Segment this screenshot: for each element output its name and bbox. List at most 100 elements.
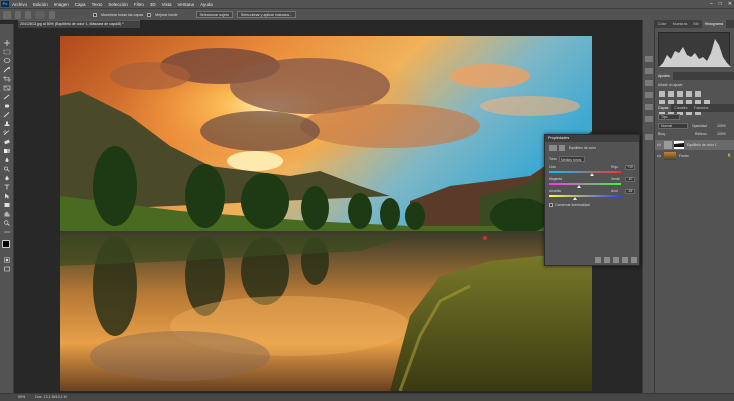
gradient-tool-icon[interactable] [3,148,11,154]
menu-item-help[interactable]: Ayuda [200,2,213,7]
tab-paths[interactable]: Trazados [691,104,712,112]
yellow-blue-value[interactable]: -18 [625,189,635,194]
blur-tool-icon[interactable] [3,157,11,163]
clip-to-layer-icon[interactable] [595,257,601,263]
layer-row[interactable]: Equilibrio de color 1 [655,140,734,150]
foreground-color-swatch[interactable] [2,240,10,248]
eraser-tool-icon[interactable] [3,139,11,145]
maximize-button[interactable]: □ [719,1,722,7]
photoshop-logo: Ps [1,1,9,7]
visibility-icon[interactable] [622,257,628,263]
layer-mask-thumbnail[interactable] [674,141,684,149]
menu-item-select[interactable]: Selección [108,2,128,7]
properties-panel-icon[interactable] [645,134,653,140]
move-tool-icon[interactable] [3,40,11,46]
marquee-tool-icon[interactable] [3,49,11,55]
zoom-level[interactable]: 50% [18,394,25,401]
opacity-value[interactable]: 100% [717,124,726,128]
magenta-green-slider-knob[interactable] [577,185,582,188]
add-selection-icon[interactable] [15,10,21,19]
menu-item-file[interactable]: Archivo [12,2,27,7]
magenta-green-slider[interactable] [549,183,621,185]
crop-tool-icon[interactable] [3,76,11,82]
reset-icon[interactable] [613,257,619,263]
cyan-red-slider[interactable] [549,171,621,173]
blend-mode-select[interactable]: Normal [658,123,688,129]
minimize-button[interactable]: – [710,1,713,7]
layer-name[interactable]: Fondo [679,154,689,158]
properties-panel-title[interactable]: Propiedades [545,135,639,142]
sample-all-layers-checkbox[interactable] [93,12,97,17]
subtract-selection-icon[interactable] [25,10,31,19]
view-previous-icon[interactable] [604,257,610,263]
paragraph-panel-icon[interactable] [645,92,653,98]
zoom-tool-icon[interactable] [3,220,11,226]
tab-color[interactable]: Color [655,20,670,28]
screen-mode-icon[interactable] [3,266,11,272]
eye-icon[interactable] [657,154,661,158]
trash-icon[interactable] [631,257,637,263]
mask-icon[interactable] [559,145,565,151]
actions-panel-icon[interactable] [645,68,653,74]
glyphs-panel-icon[interactable] [645,116,653,122]
brush-size-icon[interactable] [35,10,45,19]
quick-selection-tool-icon[interactable] [3,67,11,73]
brush-tool-icon[interactable] [3,112,11,118]
adjustments-title[interactable]: Ajustes [655,72,673,80]
brush-settings-icon[interactable] [645,80,653,86]
tone-label: Tono: [549,157,558,161]
history-panel-icon[interactable] [645,56,653,62]
tab-channels[interactable]: Canales [671,104,690,112]
layer-row[interactable]: Fondo 🔒 [655,151,734,161]
magenta-green-value[interactable]: -10 [625,177,635,182]
magenta-label: Magenta [549,177,563,181]
tab-histogram[interactable]: Histograma [701,20,726,28]
menu-item-image[interactable]: Imagen [54,2,69,7]
fill-value[interactable]: 100% [717,132,726,136]
cyan-red-slider-knob[interactable] [590,173,595,176]
document-canvas-image[interactable] [60,36,592,391]
menu-item-3d[interactable]: 3D [150,2,156,7]
tone-select[interactable]: Medios tonos [559,156,585,162]
enhance-edge-checkbox[interactable] [147,12,152,17]
type-tool-icon[interactable] [3,184,11,190]
tab-layers[interactable]: Capas [655,104,672,112]
preserve-luminosity-checkbox[interactable] [549,203,553,207]
eyedropper-tool-icon[interactable] [3,94,11,100]
tab-swatches[interactable]: Muestras [670,20,691,28]
layer-name[interactable]: Equilibrio de color 1 [687,143,717,147]
menu-item-filter[interactable]: Filtro [134,2,144,7]
menu-item-view[interactable]: Vista [162,2,172,7]
quick-selection-icon[interactable] [3,10,11,19]
history-brush-tool-icon[interactable] [3,130,11,136]
menu-item-window[interactable]: Ventana [178,2,195,7]
landscape-photo [60,36,592,391]
menu-item-layer[interactable]: Capa [75,2,86,7]
yellow-blue-slider[interactable] [549,195,621,197]
select-subject-button[interactable]: Seleccionar sujeto [195,11,233,18]
quick-mask-icon[interactable] [3,257,11,263]
close-button[interactable]: ✕ [728,1,732,7]
menu-item-type[interactable]: Texto [92,2,103,7]
tab-libraries[interactable]: Bib [690,20,701,28]
cyan-red-value[interactable]: +19 [625,165,635,170]
frame-tool-icon[interactable] [3,85,11,91]
clone-stamp-tool-icon[interactable] [3,121,11,127]
menu-item-edit[interactable]: Edición [33,2,48,7]
rectangle-tool-icon[interactable] [3,202,11,208]
layer-kind-filter[interactable]: Tipo [658,114,680,120]
color-balance-icon [549,145,557,151]
character-panel-icon[interactable] [645,104,653,110]
document-tab[interactable]: 20412613.jpg al 50% (Equilibrio de color… [18,20,140,28]
dodge-tool-icon[interactable] [3,166,11,172]
healing-brush-tool-icon[interactable] [3,103,11,109]
hand-tool-icon[interactable] [3,211,11,217]
eye-icon[interactable] [657,143,661,147]
more-tools-icon[interactable] [3,229,11,235]
brush-angle-icon[interactable] [49,10,55,19]
lasso-tool-icon[interactable] [3,58,11,64]
yellow-blue-slider-knob[interactable] [572,197,577,200]
path-selection-tool-icon[interactable] [3,193,11,199]
select-and-mask-button[interactable]: Seleccionar y aplicar máscara... [236,11,296,18]
pen-tool-icon[interactable] [3,175,11,181]
